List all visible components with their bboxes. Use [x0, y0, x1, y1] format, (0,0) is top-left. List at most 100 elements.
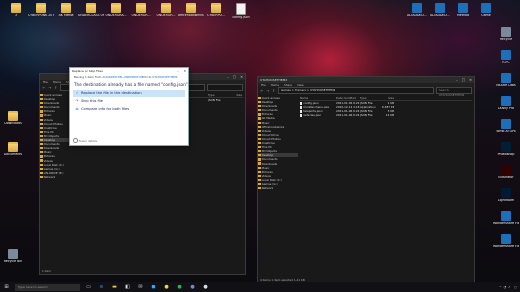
store-icon[interactable]: ◧ [121, 282, 134, 292]
spotify-icon[interactable]: ● [173, 282, 186, 292]
replace-file-option[interactable]: ✓ Replace the file in the destination [73, 89, 185, 97]
desktop-icon[interactable]: Recycle [493, 27, 519, 42]
left-search-input[interactable] [207, 84, 243, 91]
network-icon[interactable]: ◔ [504, 285, 507, 289]
task-view-icon[interactable]: ▭ [82, 282, 95, 292]
start-windows-icon[interactable]: ⊞ [0, 282, 13, 292]
discord-icon[interactable]: ● [186, 282, 199, 292]
desktop-icon[interactable]: CYBERPUNK 2077 | D... [28, 3, 54, 18]
ps-icon [501, 142, 511, 152]
column-size[interactable]: Size [382, 96, 394, 100]
cell-name: vehicles.json [300, 113, 336, 117]
app-icon [412, 3, 422, 13]
chrome-icon[interactable]: ● [160, 282, 173, 292]
forward-arrow-icon[interactable]: → [266, 89, 270, 93]
desktop-icon[interactable]: Illustrator [493, 165, 519, 180]
app-icon [435, 3, 445, 13]
column-type[interactable]: Type [360, 96, 382, 100]
desktop-icon[interactable]: Lightroom [493, 188, 519, 203]
maximize-icon[interactable]: □ [233, 75, 236, 79]
maximize-icon[interactable]: □ [462, 78, 465, 82]
desktop-icon-label: Recycle [499, 38, 513, 41]
taskbar-search-input[interactable]: Type here to search [15, 283, 80, 291]
tab-file[interactable]: File [43, 80, 48, 84]
desktop-icon[interactable]: Game [473, 3, 499, 18]
replace-skip-dialog[interactable]: Replace or Skip Files – ✕ Moving 1 item … [69, 67, 189, 146]
moving-to-link[interactable]: UTAHOOSETHEM2 [152, 75, 177, 79]
right-address-row: ← → ↑ Games > Trainers > UTAHOOSETHEM2 S… [258, 87, 474, 97]
up-arrow-icon[interactable]: ↑ [54, 86, 58, 90]
notification-icon[interactable]: ▢ [514, 285, 517, 289]
folder-icon [258, 129, 261, 132]
desktop-icon[interactable]: Photoshop [493, 142, 519, 157]
mail-icon[interactable]: ✉ [134, 282, 147, 292]
column-date[interactable]: Date modified [336, 96, 360, 100]
desktop-icon[interactable]: UNDERCLASS UNDERCLASS [78, 3, 104, 18]
table-row[interactable]: vehicles.json 2021-01-06 6:24 PMJSON File… [300, 113, 472, 117]
minimize-icon[interactable]: – [456, 78, 458, 82]
column-type[interactable]: Type [208, 93, 230, 97]
desktop-icon-label: UNDERGRA... [105, 14, 127, 17]
desktop-icon[interactable]: Dusky Pro [493, 96, 519, 111]
desktop-icon[interactable]: UNDERGR... [153, 3, 179, 18]
desktop-icon[interactable]: Tomb AI GPE [493, 119, 519, 134]
desktop-icon-label: UNDERCLASS UNDERCLASS [78, 14, 104, 17]
tab-file[interactable]: File [261, 83, 266, 87]
desktop-icon[interactable]: config.json [228, 3, 254, 20]
folder-icon [61, 3, 71, 13]
up-arrow-icon[interactable]: ↑ [272, 89, 276, 93]
desktop-icon[interactable]: NEARR Labs [493, 73, 519, 88]
desktop-icon[interactable]: Wondershare Filmora [493, 211, 519, 226]
desktop-icon-label: config.json [232, 16, 250, 19]
compare-files-option[interactable]: ⧉ Compare info for both files [73, 106, 185, 113]
dialog-close-icon[interactable]: ✕ [183, 69, 186, 73]
desktop-icon[interactable]: UNDERGR... [128, 3, 154, 18]
right-explorer-window[interactable]: UTAHOOSETHEM2 – □ ✕ File Home Share View… [257, 76, 475, 284]
desktop-icon[interactable]: ICFC [493, 50, 519, 65]
moving-from-link[interactable]: ALTADDED-TBL-UNDERDIT-MENU [102, 75, 147, 79]
folder-icon [258, 146, 261, 149]
photoshop-taskbar-icon[interactable]: ◼ [147, 282, 160, 292]
desktop-icon[interactable]: UNDERGRA... [103, 3, 129, 18]
folder-icon [161, 3, 171, 13]
folder-icon [40, 143, 43, 146]
column-name[interactable]: Name [300, 96, 336, 100]
folder-icon [40, 102, 43, 105]
desktop-icon[interactable]: Wondershare Filmora Scrn [493, 234, 519, 249]
desktop-icon[interactable]: Documents [0, 142, 26, 157]
compare-icon: ⧉ [75, 107, 79, 112]
close-icon[interactable]: ✕ [240, 75, 243, 79]
skip-file-option[interactable]: ↷ Skip this file [73, 98, 185, 105]
chevron-up-tray-icon[interactable]: ^ [499, 285, 502, 289]
dialog-minimize-icon[interactable]: – [177, 69, 179, 73]
left-status-bar: 1 item [42, 269, 51, 273]
column-size[interactable]: Size [230, 93, 242, 97]
desktop-icon[interactable]: Recycle Bin [0, 249, 26, 264]
dialog-titlebar[interactable]: Replace or Skip Files – ✕ [70, 68, 188, 74]
nav-item[interactable]: Network [40, 175, 80, 179]
desktop-icon[interactable]: Downloads [0, 111, 26, 126]
right-search-input[interactable]: Search UTAHOOSETHEM2 [436, 87, 472, 97]
nav-item[interactable]: Network [258, 186, 298, 190]
desktop-icon[interactable]: AK Media [53, 3, 79, 18]
desktop-icon[interactable]: CYBERPU... [203, 3, 229, 18]
minimize-icon[interactable]: – [227, 75, 229, 79]
close-icon[interactable]: ✕ [469, 78, 472, 82]
right-window-title: UTAHOOSETHEM2 [260, 78, 288, 82]
desktop-icon[interactable]: officehoodwinks. [178, 3, 204, 18]
right-address-bar[interactable]: Games > Trainers > UTAHOOSETHEM2 [278, 87, 434, 94]
desktop-icon[interactable]: 3 [3, 3, 29, 18]
edge-icon[interactable]: e [95, 282, 108, 292]
cell-size: 12 KB [385, 113, 394, 118]
folder-icon [258, 96, 261, 100]
fewer-details-toggle[interactable]: Fewer details [73, 138, 97, 143]
back-arrow-icon[interactable]: ← [42, 86, 46, 90]
folder-icon [258, 105, 261, 108]
back-arrow-icon[interactable]: ← [260, 89, 264, 93]
folder-icon [40, 155, 43, 158]
forward-arrow-icon[interactable]: → [48, 86, 52, 90]
desktop-icon-label: Dusky Pro [498, 107, 514, 110]
steam-icon[interactable]: ● [199, 282, 212, 292]
file-explorer-icon[interactable]: ▬ [108, 282, 121, 292]
volume-icon[interactable]: ♪ [508, 285, 510, 289]
